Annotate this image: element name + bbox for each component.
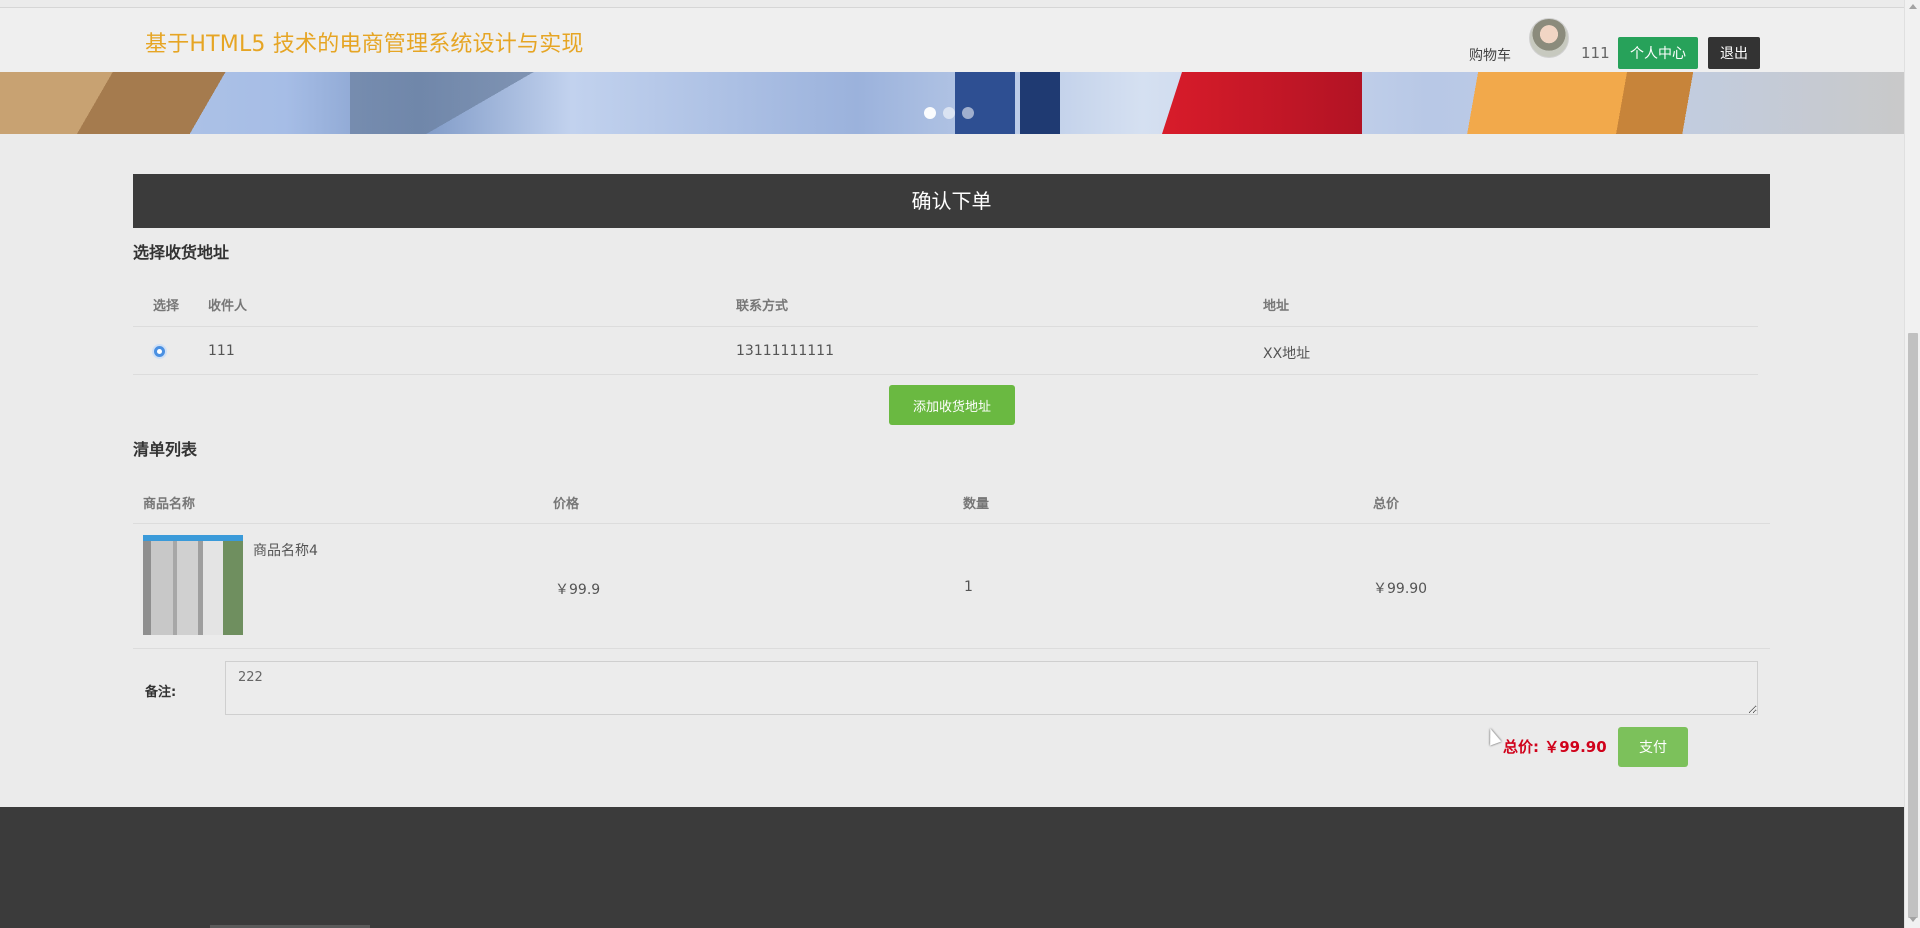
site-header: 基于HTML5 技术的电商管理系统设计与实现 购物车 111 个人中心 退出 [0, 8, 1904, 72]
address-recipient: 111 [208, 343, 235, 359]
confirm-order-title: 确认下单 [133, 174, 1770, 228]
logout-button[interactable]: 退出 [1708, 37, 1760, 69]
banner-person-image [1020, 72, 1060, 134]
order-col-name: 商品名称 [143, 497, 196, 512]
address-select-radio[interactable] [152, 344, 167, 359]
address-col-phone: 联系方式 [736, 299, 789, 314]
scroll-up-arrow-icon[interactable] [1909, 4, 1917, 9]
order-total: 总价: ￥99.90 [1503, 738, 1607, 756]
address-section-title: 选择收货地址 [133, 243, 230, 262]
product-name[interactable]: 商品名称4 [253, 540, 318, 560]
banner-box-image [1445, 72, 1765, 134]
carousel-dot[interactable] [924, 107, 936, 119]
product-quantity: 1 [964, 579, 973, 595]
table-divider [133, 523, 1770, 524]
mouse-cursor-icon [1484, 726, 1502, 746]
order-col-price: 价格 [553, 497, 580, 512]
table-divider [133, 374, 1758, 375]
username-label: 111 [1581, 44, 1610, 62]
address-text: XX地址 [1263, 346, 1311, 362]
address-col-recipient: 收件人 [208, 299, 248, 314]
order-list-title: 清单列表 [133, 440, 198, 459]
product-price: ￥99.9 [555, 582, 601, 598]
cart-link[interactable]: 购物车 [1469, 45, 1511, 65]
user-avatar[interactable] [1529, 18, 1569, 58]
carousel-dot[interactable] [943, 107, 955, 119]
order-col-quantity: 数量 [963, 497, 990, 512]
banner-red-bag-image [1162, 72, 1362, 134]
site-footer [0, 807, 1904, 928]
scroll-down-arrow-icon[interactable] [1909, 917, 1917, 922]
personal-center-button[interactable]: 个人中心 [1618, 37, 1698, 69]
table-divider [133, 648, 1770, 649]
table-divider [133, 326, 1758, 327]
scrollbar-thumb[interactable] [1908, 333, 1918, 918]
product-total: ￥99.90 [1373, 581, 1428, 597]
page-scrollbar[interactable] [1904, 0, 1920, 928]
banner-person-image [955, 72, 1015, 134]
add-address-button[interactable]: 添加收货地址 [889, 385, 1015, 425]
carousel-indicators [924, 107, 974, 119]
address-col-select: 选择 [153, 299, 180, 314]
carousel-dot[interactable] [962, 107, 974, 119]
banner-box-image [350, 72, 610, 134]
remark-label: 备注: [145, 685, 177, 700]
address-col-address: 地址 [1263, 299, 1290, 314]
site-title: 基于HTML5 技术的电商管理系统设计与实现 [145, 32, 584, 57]
top-border [0, 0, 1904, 8]
pay-button[interactable]: 支付 [1618, 727, 1688, 767]
banner-box-image [0, 72, 340, 134]
address-phone: 13111111111 [736, 343, 834, 359]
remark-textarea[interactable]: 222 [225, 661, 1758, 715]
product-thumbnail[interactable] [143, 535, 243, 635]
order-col-total: 总价 [1373, 497, 1400, 512]
banner-carousel[interactable] [0, 72, 1904, 134]
